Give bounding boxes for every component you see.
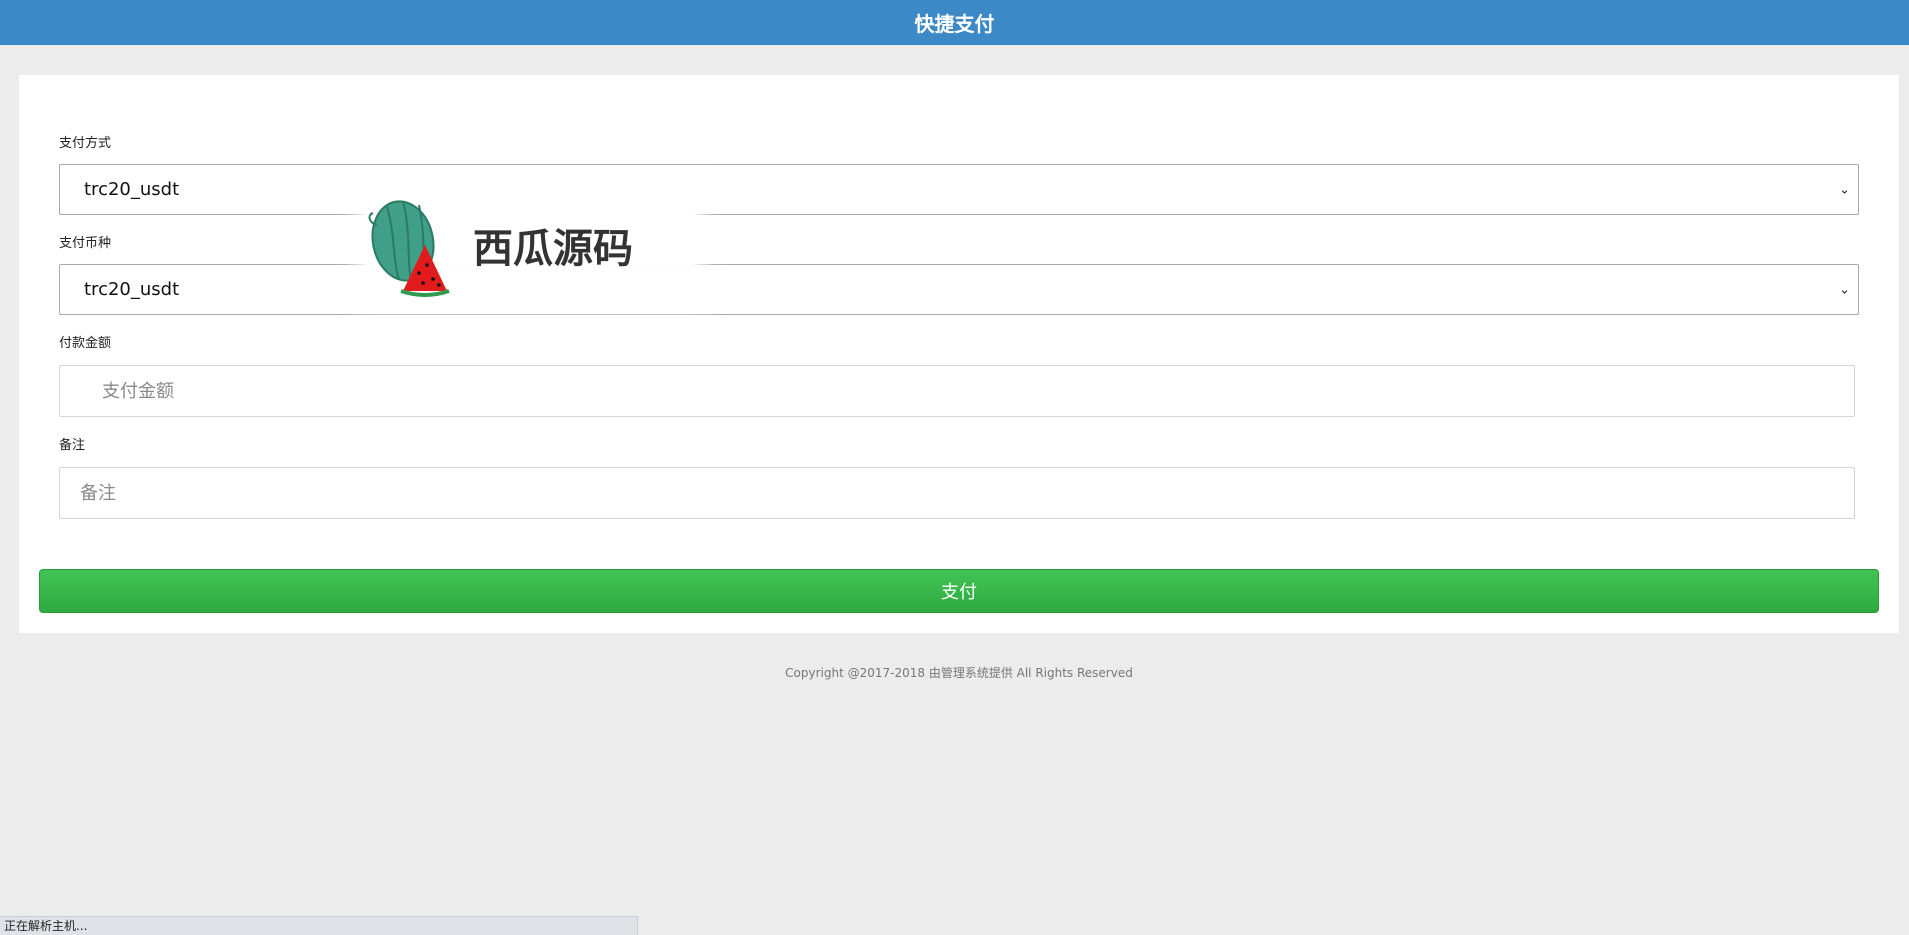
remark-input[interactable] [80, 468, 1854, 518]
amount-input[interactable] [102, 366, 1854, 416]
watermark: 西瓜源码 [365, 190, 695, 300]
remark-field[interactable] [59, 467, 1855, 519]
footer-copyright: Copyright @2017-2018 由管理系统提供 All Rights … [785, 666, 1133, 680]
watermelon-icon [368, 200, 450, 297]
page-title: 快捷支付 [914, 12, 995, 36]
pay-currency-label: 支付币种 [59, 236, 112, 251]
browser-status-bar: 正在解析主机... [0, 916, 638, 935]
payment-form-card: 支付方式 trc20_usdt ⌄ 支付币种 trc20_usdt ⌄ 付款金额… [19, 75, 1899, 633]
watermark-text: 西瓜源码 [473, 226, 633, 272]
pay-method-label: 支付方式 [59, 136, 112, 151]
amount-field[interactable] [59, 365, 1855, 417]
chevron-down-icon: ⌄ [1839, 182, 1850, 197]
chevron-down-icon: ⌄ [1839, 282, 1850, 297]
remark-label: 备注 [59, 438, 86, 453]
page-header: 快捷支付 [0, 0, 1909, 45]
pay-button[interactable]: 支付 [39, 569, 1879, 613]
pay-method-value: trc20_usdt [84, 179, 180, 200]
amount-label: 付款金额 [59, 336, 112, 351]
pay-method-select[interactable]: trc20_usdt ⌄ [59, 164, 1859, 215]
pay-currency-value: trc20_usdt [84, 279, 180, 300]
pay-currency-select[interactable]: trc20_usdt ⌄ [59, 264, 1859, 315]
